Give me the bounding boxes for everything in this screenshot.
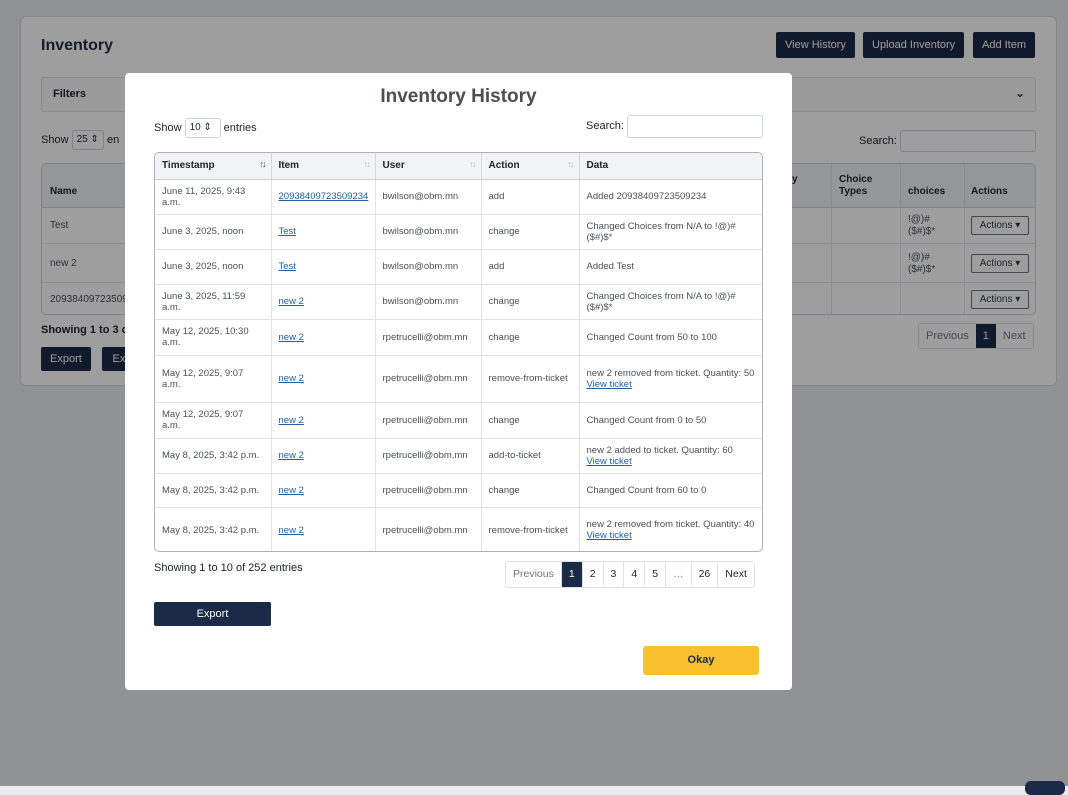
pager-page-26[interactable]: 26 — [691, 562, 719, 587]
item-link[interactable]: new 2 — [279, 296, 304, 307]
table-row: May 8, 2025, 3:42 p.m. new 2 rpetrucelli… — [155, 507, 762, 551]
item-link[interactable]: new 2 — [279, 373, 304, 384]
export-button[interactable]: Export — [154, 602, 271, 626]
table-row: May 12, 2025, 9:07 a.m. new 2 rpetrucell… — [155, 402, 762, 439]
column-timestamp[interactable]: Timestamp ↑↓ — [155, 153, 272, 180]
inventory-history-modal: Inventory History Show 10 ⇕ entries Sear… — [125, 73, 792, 690]
view-ticket-link[interactable]: View ticket — [587, 456, 632, 467]
pager-previous[interactable]: Previous — [506, 562, 562, 587]
item-link[interactable]: new 2 — [279, 525, 304, 536]
table-row: June 3, 2025, noon Test bwilson@obm.mn c… — [155, 214, 762, 250]
history-table: Timestamp ↑↓ Item ↑↓ User ↑↓ Action ↑↓ Data … — [154, 152, 763, 552]
show-label: Show — [154, 121, 182, 134]
pagination: Previous 1 2 3 4 5 … 26 Next — [505, 561, 755, 588]
item-link[interactable]: new 2 — [279, 415, 304, 426]
table-row: May 8, 2025, 3:42 p.m. new 2 rpetrucelli… — [155, 438, 762, 474]
view-ticket-link[interactable]: View ticket — [587, 530, 632, 541]
item-link[interactable]: new 2 — [279, 332, 304, 343]
item-link[interactable]: new 2 — [279, 450, 304, 461]
entries-label: entries — [223, 121, 257, 134]
search-input[interactable] — [627, 115, 763, 138]
pager-ellipsis: … — [666, 562, 692, 587]
pager-page-2[interactable]: 2 — [582, 562, 604, 587]
item-link[interactable]: Test — [279, 226, 296, 237]
modal-page-size-control: Show 10 ⇕ entries — [154, 118, 257, 138]
table-header-row: Timestamp ↑↓ Item ↑↓ User ↑↓ Action ↑↓ Data — [155, 153, 762, 180]
column-user[interactable]: User ↑↓ — [375, 153, 482, 180]
okay-button[interactable]: Okay — [643, 646, 759, 675]
table-row: May 8, 2025, 3:42 p.m. new 2 rpetrucelli… — [155, 473, 762, 508]
item-link[interactable]: 20938409723509234 — [279, 191, 369, 202]
modal-title: Inventory History — [380, 86, 537, 107]
pager-page-1[interactable]: 1 — [561, 562, 583, 587]
page-size-select[interactable]: 10 ⇕ — [184, 118, 221, 138]
table-row: June 11, 2025, 9:43 a.m. 209384097235092… — [155, 179, 762, 215]
table-row: June 3, 2025, noon Test bwilson@obm.mn a… — [155, 249, 762, 285]
pager-page-4[interactable]: 4 — [624, 562, 646, 587]
table-row: May 12, 2025, 9:07 a.m. new 2 rpetrucell… — [155, 355, 762, 403]
pager-next[interactable]: Next — [718, 562, 754, 587]
item-link[interactable]: new 2 — [279, 485, 304, 496]
view-ticket-link[interactable]: View ticket — [587, 379, 632, 390]
table-info: Showing 1 to 10 of 252 entries — [154, 562, 303, 574]
pager-page-3[interactable]: 3 — [603, 562, 625, 587]
item-link[interactable]: Test — [279, 261, 296, 272]
search-label: Search: — [586, 120, 624, 132]
table-row: May 12, 2025, 10:30 a.m. new 2 rpetrucel… — [155, 319, 762, 356]
pager-page-5[interactable]: 5 — [645, 562, 667, 587]
column-action[interactable]: Action ↑↓ — [481, 153, 580, 180]
table-row: June 3, 2025, 11:59 a.m. new 2 bwilson@o… — [155, 284, 762, 320]
floating-button[interactable] — [1025, 781, 1065, 795]
column-data: Data — [579, 153, 762, 180]
column-item[interactable]: Item ↑↓ — [271, 153, 376, 180]
